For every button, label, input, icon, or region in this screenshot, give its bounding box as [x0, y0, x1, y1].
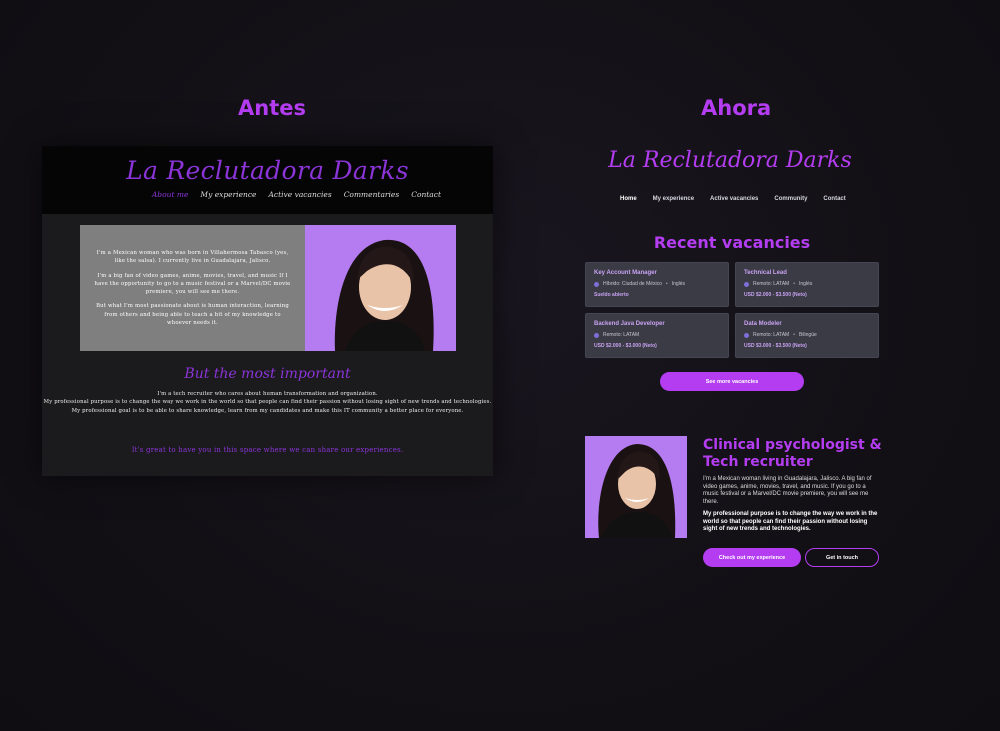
- old-hero-paragraph: I'm a Mexican woman who was born in Vill…: [96, 250, 289, 265]
- about-title: Clinical psychologist & Tech recruiter: [703, 437, 882, 470]
- old-nav-vacancies[interactable]: Active vacancies: [269, 190, 332, 199]
- old-site-screenshot: La Reclutadora Darks About me My experie…: [42, 146, 493, 476]
- new-nav-community[interactable]: Community: [774, 196, 807, 202]
- new-nav-experience[interactable]: My experience: [653, 196, 694, 202]
- vacancy-card[interactable]: Technical Lead Remoto: LATAM • Inglés US…: [735, 262, 879, 307]
- vacancy-card[interactable]: Key Account Manager Híbrido: Ciudad de M…: [585, 262, 729, 307]
- get-in-touch-button[interactable]: Get in touch: [805, 548, 879, 567]
- separator-dot: •: [665, 281, 668, 287]
- old-logo: La Reclutadora Darks: [126, 156, 409, 185]
- location-pin-icon: [594, 332, 599, 338]
- old-nav-experience[interactable]: My experience: [200, 190, 256, 199]
- location-pin-icon: [744, 332, 749, 338]
- vacancy-meta: Remoto: LATAM • Bilingüe: [744, 332, 870, 338]
- vacancy-title: Backend Java Developer: [594, 321, 665, 327]
- vacancy-title: Technical Lead: [744, 270, 787, 276]
- vacancy-location: Remoto: LATAM: [753, 332, 790, 338]
- vacancies-grid: Key Account Manager Híbrido: Ciudad de M…: [585, 262, 879, 358]
- new-logo: La Reclutadora Darks: [608, 148, 852, 173]
- new-portrait-photo: [585, 436, 687, 538]
- vacancy-meta: Remoto: LATAM • Inglés: [744, 281, 870, 287]
- vacancy-meta: Híbrido: Ciudad de México • Inglés: [594, 281, 720, 287]
- vacancy-title: Data Modeler: [744, 321, 782, 327]
- old-footer: It's great to have you in this space whe…: [131, 446, 404, 454]
- old-body-line: My professional purpose is to change the…: [43, 399, 492, 406]
- new-nav-home[interactable]: Home: [620, 196, 637, 202]
- vacancy-salary: Sueldo abierto: [594, 292, 629, 298]
- old-body-line: My professional goal is to be able to sh…: [71, 407, 464, 414]
- old-nav: About me My experience Active vacancies …: [152, 190, 441, 199]
- about-paragraph: I'm a Mexican woman living in Guadalajar…: [703, 476, 872, 505]
- vacancy-language: Inglés: [671, 281, 686, 287]
- old-nav-contact[interactable]: Contact: [411, 190, 441, 199]
- vacancy-card[interactable]: Data Modeler Remoto: LATAM • Bilingüe US…: [735, 313, 879, 358]
- old-hero-text: I'm a Mexican woman who was born in Vill…: [80, 225, 305, 351]
- separator-dot: •: [793, 281, 795, 287]
- old-body: I'm a tech recruiter who cares about hum…: [42, 390, 493, 415]
- old-portrait-photo: [305, 225, 456, 351]
- old-hero: I'm a Mexican woman who was born in Vill…: [80, 225, 456, 351]
- new-nav-contact[interactable]: Contact: [823, 196, 845, 202]
- new-nav-vacancies[interactable]: Active vacancies: [710, 196, 758, 202]
- old-body-line: I'm a tech recruiter who cares about hum…: [157, 391, 378, 397]
- old-hero-paragraph: I'm a big fan of video games, anime, mov…: [94, 272, 291, 296]
- old-hero-paragraph: But what I'm most passionate about is hu…: [96, 303, 289, 327]
- see-more-vacancies-button[interactable]: See more vacancies: [660, 372, 804, 391]
- vacancy-salary: USD $2.000 - $3.000 (Neto): [594, 343, 657, 349]
- vacancy-meta: Remoto: LATAM: [594, 332, 720, 338]
- new-nav: Home My experience Active vacancies Comm…: [620, 196, 846, 202]
- after-heading: Ahora: [701, 96, 772, 120]
- vacancy-location: Remoto: LATAM: [753, 281, 790, 287]
- vacancy-salary: USD $3.000 - $3.500 (Neto): [744, 343, 807, 349]
- about-purpose: My professional purpose is to change the…: [703, 511, 878, 533]
- vacancy-location: Híbrido: Ciudad de México: [603, 281, 662, 287]
- old-nav-commentaries[interactable]: Commentaries: [344, 190, 400, 199]
- vacancy-language: Bilingüe: [798, 332, 817, 338]
- old-nav-about[interactable]: About me: [152, 190, 189, 199]
- vacancy-location: Remoto: LATAM: [603, 332, 640, 338]
- location-pin-icon: [594, 281, 599, 287]
- old-subtitle: But the most important: [184, 366, 351, 382]
- old-header: La Reclutadora Darks About me My experie…: [42, 146, 493, 214]
- location-pin-icon: [744, 281, 749, 287]
- separator-dot: •: [793, 332, 795, 338]
- before-heading: Antes: [238, 96, 306, 120]
- vacancy-language: Inglés: [798, 281, 813, 287]
- vacancy-salary: USD $2.000 - $3.500 (Neto): [744, 292, 807, 298]
- vacancy-card[interactable]: Backend Java Developer Remoto: LATAM USD…: [585, 313, 729, 358]
- vacancy-title: Key Account Manager: [594, 270, 657, 276]
- check-experience-button[interactable]: Check out my experience: [703, 548, 801, 567]
- vacancies-title: Recent vacancies: [653, 233, 811, 252]
